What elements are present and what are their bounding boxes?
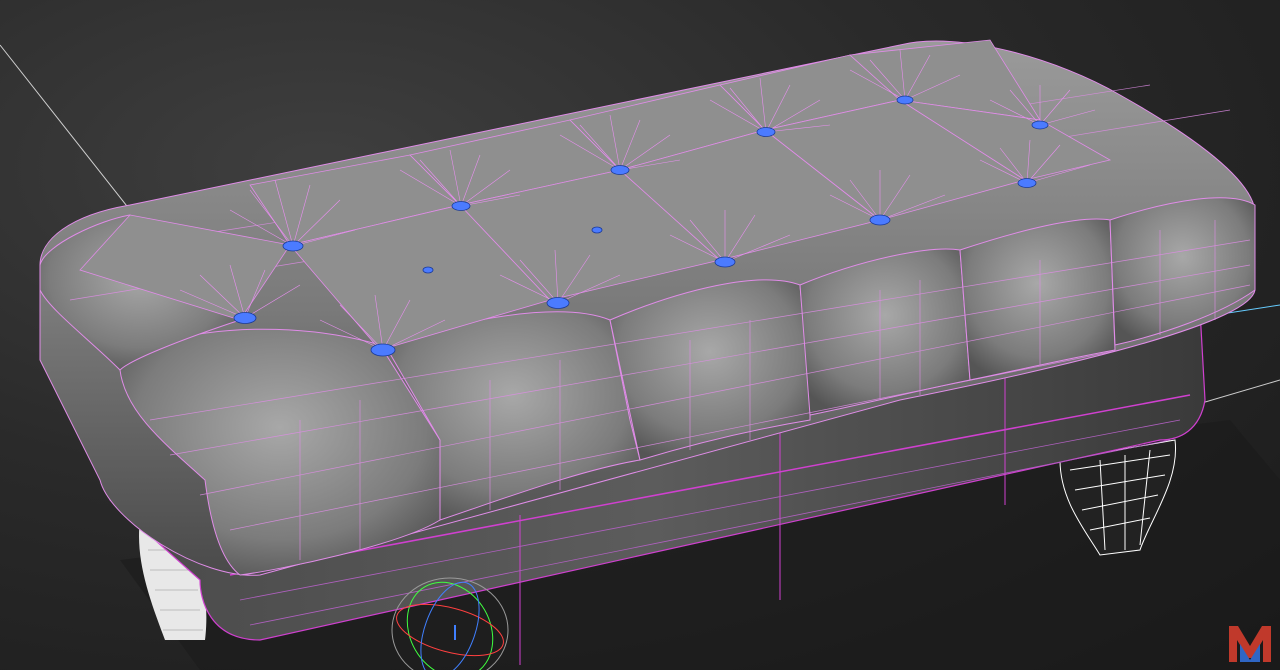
guide-line-left	[0, 44, 131, 211]
tuft-button	[282, 240, 304, 252]
tuft-button	[451, 201, 471, 211]
tuft-button	[610, 165, 630, 175]
tuft-button	[714, 256, 736, 268]
tuft-button	[422, 266, 434, 274]
tuft-button	[233, 312, 257, 324]
tuft-button	[1031, 120, 1049, 130]
m-logo-icon	[1226, 622, 1274, 666]
tuft-button	[869, 214, 891, 226]
ottoman-scene[interactable]	[0, 0, 1280, 670]
tuft-button	[591, 226, 603, 234]
guide-line-right-2	[1194, 379, 1280, 406]
tuft-button	[1017, 178, 1037, 188]
tuft-button	[546, 297, 570, 309]
3d-viewport[interactable]	[0, 0, 1280, 670]
tuft-button	[756, 127, 776, 137]
tuft-button	[370, 343, 396, 357]
tuft-button	[896, 95, 914, 105]
